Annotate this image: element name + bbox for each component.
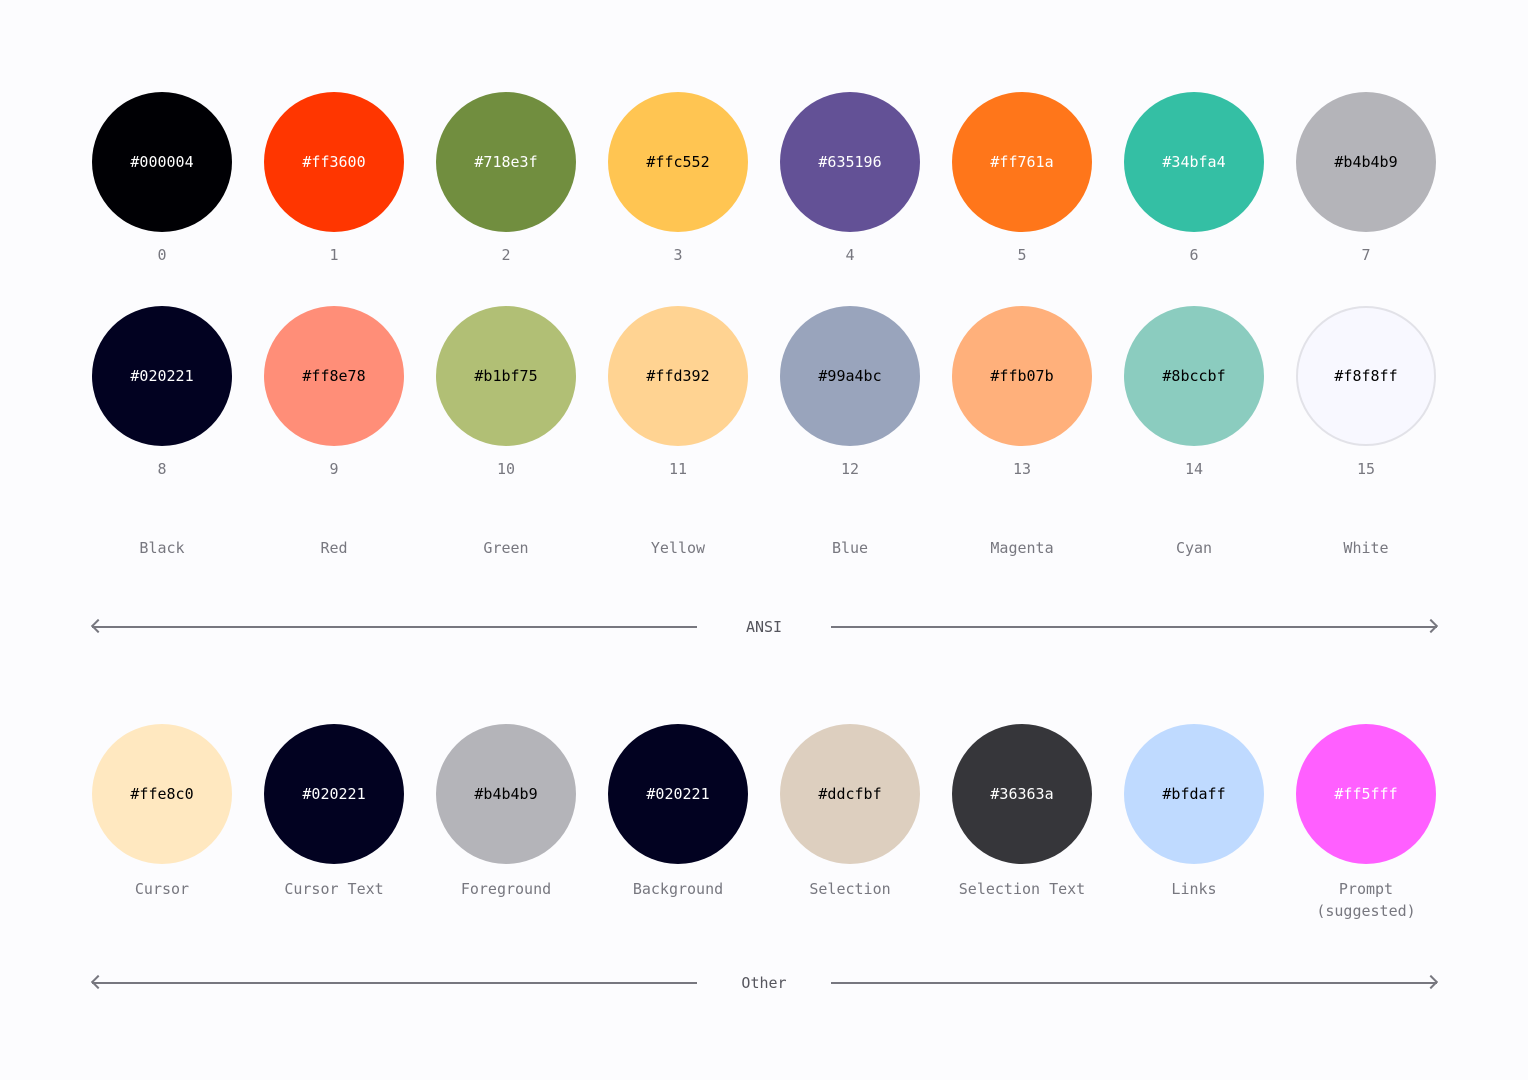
color-swatch: #f8f8ff <box>1296 306 1436 446</box>
color-swatch: #bfdaff <box>1124 724 1264 864</box>
color-swatch: #ffb07b <box>952 306 1092 446</box>
color-index: 6 <box>1189 246 1199 264</box>
section-label-ansi: ANSI <box>745 618 783 636</box>
color-name: Red <box>320 539 348 557</box>
color-name: Cyan <box>1175 539 1213 557</box>
divider-line-left <box>92 982 697 984</box>
color-swatch: #99a4bc <box>780 306 920 446</box>
hex-label: #ff5fff <box>1334 785 1398 803</box>
color-index: 13 <box>1012 460 1032 478</box>
color-swatch: #ff5fff <box>1296 724 1436 864</box>
hex-label: #ffe8c0 <box>130 785 194 803</box>
divider-line-left <box>92 626 697 628</box>
hex-label: #f8f8ff <box>1334 367 1398 385</box>
color-swatch: #8bccbf <box>1124 306 1264 446</box>
hex-label: #b4b4b9 <box>474 785 538 803</box>
color-swatch: #34bfa4 <box>1124 92 1264 232</box>
color-swatch: #ff761a <box>952 92 1092 232</box>
color-name: Yellow <box>650 539 706 557</box>
color-swatch: #ffc552 <box>608 92 748 232</box>
section-label-other: Other <box>741 974 787 992</box>
color-role-name: Background <box>632 880 724 898</box>
arrow-left-icon <box>90 974 106 990</box>
color-swatch: #020221 <box>608 724 748 864</box>
color-role-name: Links <box>1171 880 1217 898</box>
hex-label: #000004 <box>130 153 194 171</box>
color-index: 12 <box>840 460 860 478</box>
color-index: 4 <box>845 246 855 264</box>
color-index: 9 <box>329 460 339 478</box>
color-name: Magenta <box>990 539 1054 557</box>
hex-label: #34bfa4 <box>1162 153 1226 171</box>
divider-line-right <box>831 626 1437 628</box>
color-swatch: #ffd392 <box>608 306 748 446</box>
color-index: 3 <box>673 246 683 264</box>
hex-label: #b4b4b9 <box>1334 153 1398 171</box>
color-index: 5 <box>1017 246 1027 264</box>
color-index: 15 <box>1356 460 1376 478</box>
color-role-name: Selection Text <box>958 880 1086 898</box>
color-swatch: #b4b4b9 <box>436 724 576 864</box>
hex-label: #020221 <box>302 785 366 803</box>
other-section-divider: Other <box>90 973 1439 993</box>
hex-label: #ddcfbf <box>818 785 882 803</box>
hex-label: #635196 <box>818 153 882 171</box>
hex-label: #718e3f <box>474 153 538 171</box>
arrow-left-icon <box>90 618 106 634</box>
ansi-section-divider: ANSI <box>90 617 1439 637</box>
color-role-note: (suggested) <box>1316 902 1416 920</box>
color-name: Blue <box>831 539 869 557</box>
arrow-right-icon <box>1423 618 1439 634</box>
color-swatch: #ddcfbf <box>780 724 920 864</box>
color-role-name: Selection <box>809 880 891 898</box>
color-name: Black <box>139 539 185 557</box>
hex-label: #bfdaff <box>1162 785 1226 803</box>
color-index: 14 <box>1184 460 1204 478</box>
color-index: 0 <box>157 246 167 264</box>
color-name: White <box>1343 539 1389 557</box>
hex-label: #ffc552 <box>646 153 710 171</box>
color-swatch: #635196 <box>780 92 920 232</box>
color-index: 2 <box>501 246 511 264</box>
color-index: 8 <box>157 460 167 478</box>
hex-label: #020221 <box>646 785 710 803</box>
hex-label: #b1bf75 <box>474 367 538 385</box>
color-swatch: #020221 <box>264 724 404 864</box>
color-swatch: #ff3600 <box>264 92 404 232</box>
color-swatch: #b4b4b9 <box>1296 92 1436 232</box>
color-role-name: Foreground <box>460 880 552 898</box>
arrow-right-icon <box>1423 974 1439 990</box>
color-index: 10 <box>496 460 516 478</box>
color-swatch: #718e3f <box>436 92 576 232</box>
color-index: 7 <box>1361 246 1371 264</box>
color-name: Green <box>483 539 529 557</box>
color-swatch: #020221 <box>92 306 232 446</box>
hex-label: #ffd392 <box>646 367 710 385</box>
color-role-name: Cursor Text <box>284 880 384 898</box>
color-index: 11 <box>668 460 688 478</box>
hex-label: #36363a <box>990 785 1054 803</box>
color-swatch: #b1bf75 <box>436 306 576 446</box>
color-swatch: #ffe8c0 <box>92 724 232 864</box>
divider-line-right <box>831 982 1437 984</box>
color-swatch: #000004 <box>92 92 232 232</box>
hex-label: #ff3600 <box>302 153 366 171</box>
hex-label: #ffb07b <box>990 367 1054 385</box>
hex-label: #020221 <box>130 367 194 385</box>
color-swatch: #36363a <box>952 724 1092 864</box>
color-role-name: Prompt <box>1338 880 1394 898</box>
color-index: 1 <box>329 246 339 264</box>
hex-label: #99a4bc <box>818 367 882 385</box>
color-role-name: Cursor <box>134 880 190 898</box>
hex-label: #8bccbf <box>1162 367 1226 385</box>
color-swatch: #ff8e78 <box>264 306 404 446</box>
hex-label: #ff761a <box>990 153 1054 171</box>
hex-label: #ff8e78 <box>302 367 366 385</box>
